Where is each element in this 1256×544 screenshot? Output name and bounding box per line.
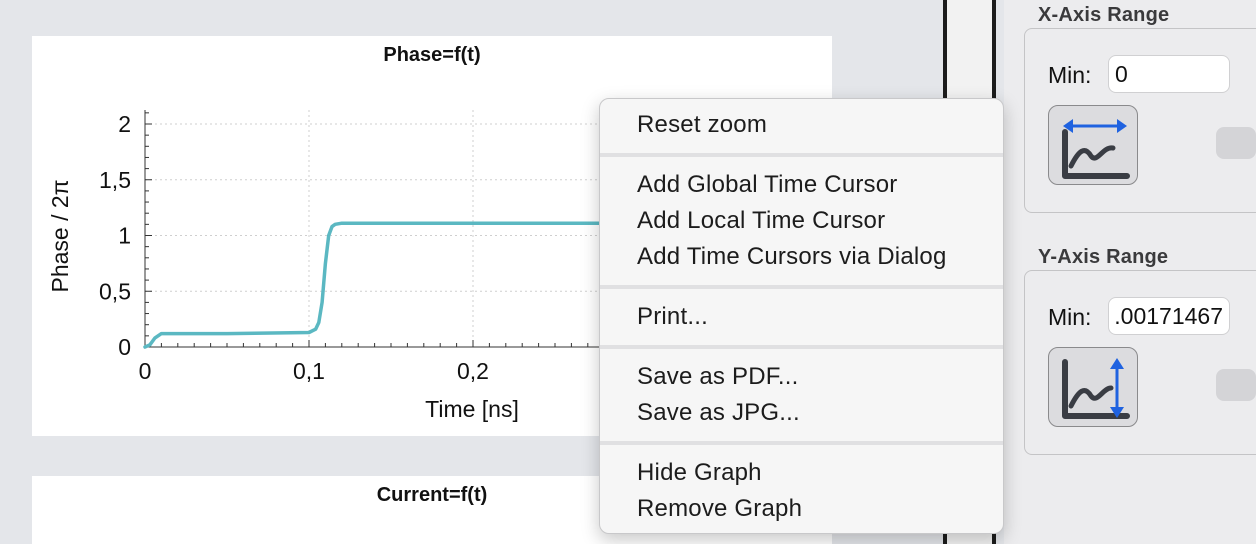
x-tick-label: 0,1 bbox=[293, 358, 325, 384]
x-range-button[interactable] bbox=[1048, 105, 1138, 185]
y-min-input[interactable] bbox=[1108, 297, 1230, 335]
y-tick-label: 1 bbox=[118, 223, 131, 249]
menu-separator bbox=[600, 345, 1003, 349]
x-tick-label: 0 bbox=[139, 358, 152, 384]
menu-item-save-jpg[interactable]: Save as JPG... bbox=[637, 399, 800, 427]
menu-separator bbox=[600, 153, 1003, 157]
x-range-chart-icon bbox=[1062, 119, 1130, 179]
y-range-chart-icon bbox=[1062, 358, 1130, 419]
y-tick-label: 0,5 bbox=[99, 278, 131, 304]
y-range-button[interactable] bbox=[1048, 347, 1138, 427]
menu-item-reset-zoom[interactable]: Reset zoom bbox=[637, 111, 767, 139]
menu-separator bbox=[600, 285, 1003, 289]
menu-item-remove-graph[interactable]: Remove Graph bbox=[637, 495, 802, 523]
x-tick-label: 0,2 bbox=[457, 358, 489, 384]
menu-item-hide-graph[interactable]: Hide Graph bbox=[637, 459, 762, 487]
menu-separator bbox=[600, 441, 1003, 445]
phase-series-line[interactable] bbox=[143, 221, 606, 349]
y-tick-label: 1,5 bbox=[99, 167, 131, 193]
y-autoscale-toggle[interactable] bbox=[1216, 369, 1256, 401]
y-tick-label: 0 bbox=[118, 334, 131, 360]
x-min-input[interactable] bbox=[1108, 55, 1230, 93]
menu-item-print[interactable]: Print... bbox=[637, 303, 708, 331]
x-axis-range-title: X-Axis Range bbox=[1032, 4, 1176, 27]
menu-item-save-pdf[interactable]: Save as PDF... bbox=[637, 363, 799, 391]
menu-item-add-global-time-cursor[interactable]: Add Global Time Cursor bbox=[637, 171, 898, 199]
graph-context-menu: Reset zoom Add Global Time Cursor Add Lo… bbox=[599, 98, 1004, 534]
x-autoscale-toggle[interactable] bbox=[1216, 127, 1256, 159]
y-min-label: Min: bbox=[1048, 304, 1092, 330]
y-axis-range-title: Y-Axis Range bbox=[1032, 246, 1175, 269]
x-axis-label: Time [ns] bbox=[425, 396, 519, 422]
menu-item-add-time-cursors-dialog[interactable]: Add Time Cursors via Dialog bbox=[637, 243, 947, 271]
menu-item-add-local-time-cursor[interactable]: Add Local Time Cursor bbox=[637, 207, 885, 235]
axis-range-panel: X-Axis Range Min: Y-Axis Range Min: bbox=[1004, 0, 1256, 544]
y-tick-label: 2 bbox=[118, 111, 131, 137]
x-min-label: Min: bbox=[1048, 62, 1092, 88]
y-axis-label: Phase / 2π bbox=[47, 179, 73, 292]
